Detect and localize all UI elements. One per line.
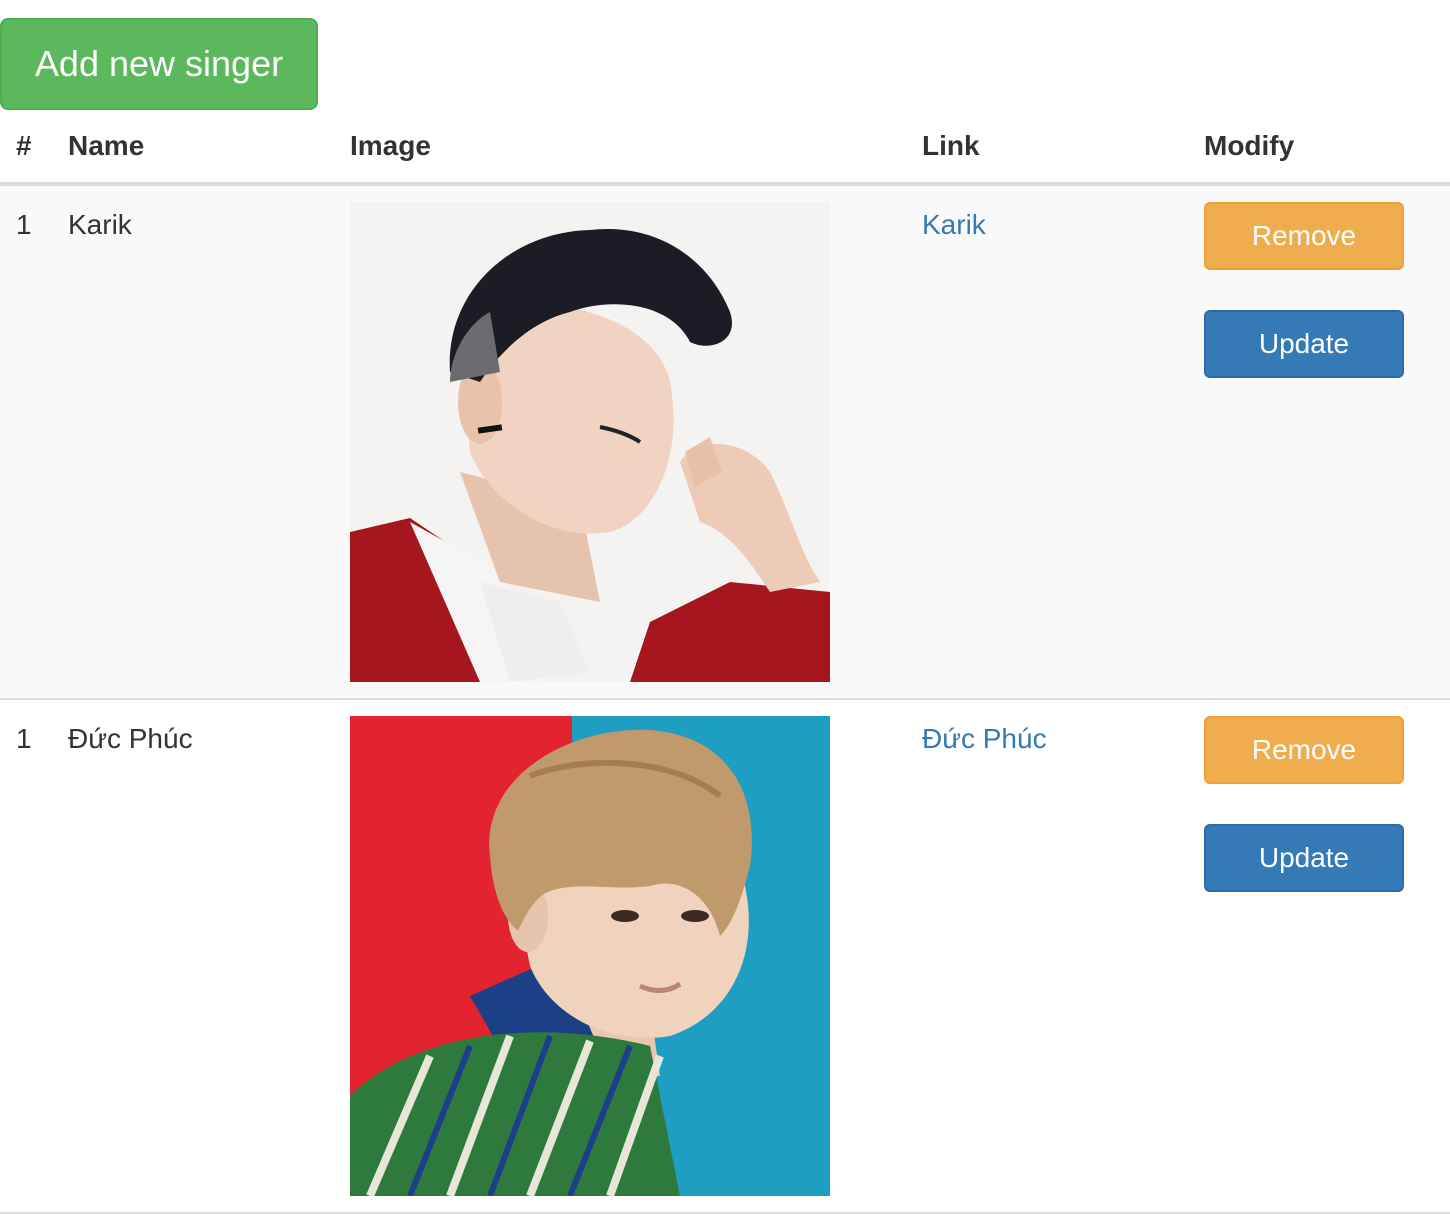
row-number-cell: 1 — [0, 184, 68, 700]
column-header-name: Name — [68, 110, 350, 186]
singer-name: Đức Phúc — [68, 723, 193, 754]
singer-name-cell: Đức Phúc — [68, 699, 350, 1214]
singer-list-page: Add new singer # Name Image Link Modify … — [0, 0, 1450, 1214]
table-row: 1 Đức Phúc Đức Phúc Remove Update — [0, 699, 1450, 1214]
table-row: 1 Karik Karik Remove Update — [0, 184, 1450, 700]
column-header-image: Image — [350, 110, 922, 186]
modify-cell: Remove Update — [1204, 699, 1450, 1214]
modify-cell: Remove Update — [1204, 184, 1450, 700]
row-number: 1 — [16, 209, 32, 240]
singer-link[interactable]: Đức Phúc — [922, 700, 1204, 754]
singer-photo — [350, 202, 830, 682]
column-header-modify: Modify — [1204, 110, 1450, 186]
singer-name: Karik — [68, 209, 132, 240]
singers-table: # Name Image Link Modify 1 Karik Karik R… — [0, 110, 1450, 1214]
singer-link[interactable]: Karik — [922, 186, 1204, 240]
singer-name-cell: Karik — [68, 184, 350, 700]
singer-image-cell — [350, 699, 922, 1214]
remove-button[interactable]: Remove — [1204, 202, 1404, 270]
add-new-singer-button[interactable]: Add new singer — [0, 18, 318, 110]
column-header-link: Link — [922, 110, 1204, 186]
table-header-row: # Name Image Link Modify — [0, 110, 1450, 186]
row-number-cell: 1 — [0, 699, 68, 1214]
singer-link-cell: Đức Phúc — [922, 699, 1204, 1214]
update-button[interactable]: Update — [1204, 310, 1404, 378]
singer-photo — [350, 716, 830, 1196]
singer-link-cell: Karik — [922, 184, 1204, 700]
remove-button[interactable]: Remove — [1204, 716, 1404, 784]
column-header-number: # — [0, 110, 68, 186]
singer-image-cell — [350, 184, 922, 700]
row-number: 1 — [16, 723, 32, 754]
update-button[interactable]: Update — [1204, 824, 1404, 892]
